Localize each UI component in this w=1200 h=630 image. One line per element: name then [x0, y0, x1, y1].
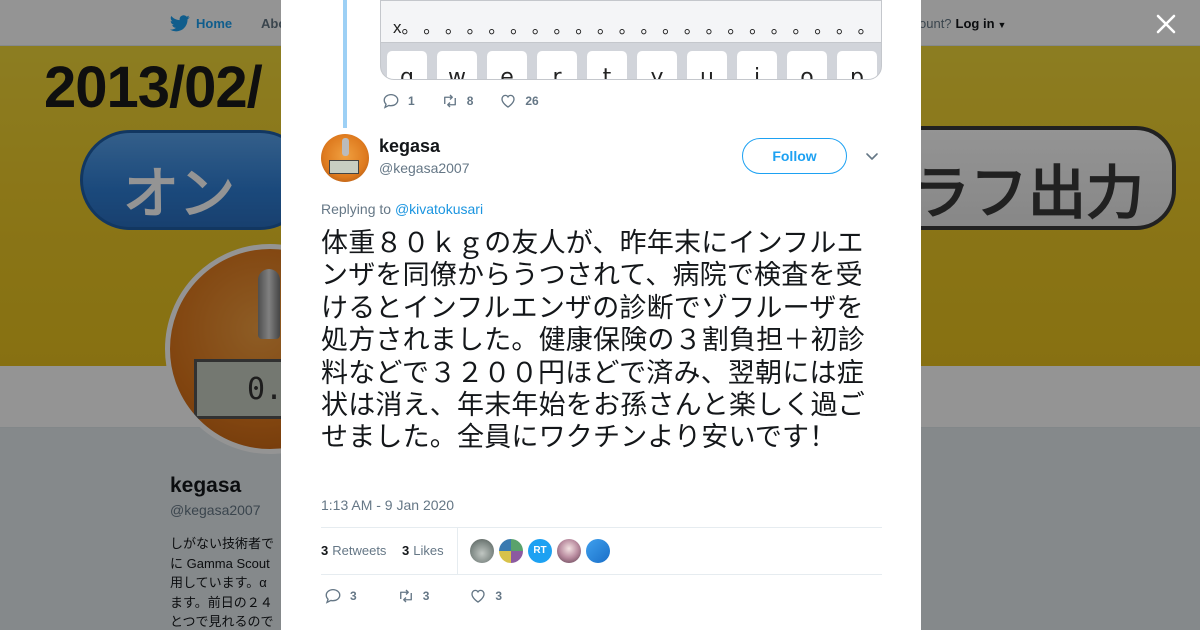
- avatar-knob-graphic: [342, 138, 349, 156]
- user-avatar-4[interactable]: [557, 539, 581, 563]
- tweet-stats-row: 3 Retweets 3 Likes RT: [321, 527, 882, 575]
- user-avatar-rt[interactable]: RT: [528, 539, 552, 563]
- heart-icon: [471, 589, 486, 603]
- stats-divider: [457, 528, 458, 574]
- reply-icon: [325, 588, 341, 604]
- likes-stat[interactable]: 3 Likes: [402, 543, 444, 558]
- replying-to-link[interactable]: @kivatokusari: [395, 201, 483, 217]
- prev-like-count: 26: [525, 94, 539, 108]
- replying-to-line: Replying to @kivatokusari: [321, 201, 483, 217]
- keyboard-key: w: [437, 51, 477, 79]
- prev-like-button[interactable]: 26: [499, 92, 539, 110]
- tweet-timestamp[interactable]: 1:13 AM - 9 Jan 2020: [321, 497, 454, 513]
- user-avatar-5[interactable]: [586, 539, 610, 563]
- keyboard-key: p: [837, 51, 877, 79]
- reply-icon: [383, 93, 399, 109]
- user-avatar-2[interactable]: [499, 539, 523, 563]
- retweet-count: 3: [422, 589, 430, 603]
- prev-retweet-button[interactable]: 8: [441, 92, 474, 110]
- tweet-actions: 3 3 3: [324, 587, 542, 605]
- thread-connector-line: [343, 0, 347, 128]
- reply-button[interactable]: 3: [324, 587, 357, 605]
- retweets-stat-label: Retweets: [332, 543, 387, 558]
- keyboard-key: o: [787, 51, 827, 79]
- like-button[interactable]: 3: [469, 587, 502, 605]
- prev-retweet-count: 8: [466, 94, 474, 108]
- engager-avatars: RT: [470, 539, 610, 563]
- user-avatar-1[interactable]: [470, 539, 494, 563]
- heart-icon: [501, 94, 516, 108]
- tweet-modal: x。 。 。 。 。 。 。 。 。 。 。 。 。 。 。 。 。 。 。 。…: [281, 0, 921, 630]
- prev-reply-button[interactable]: 1: [382, 92, 415, 110]
- retweets-stat-count: 3: [321, 543, 329, 558]
- tweet-author-name[interactable]: kegasa: [379, 136, 440, 157]
- keyboard-key: y: [637, 51, 677, 79]
- avatar-screen-graphic: [329, 160, 359, 174]
- likes-stat-count: 3: [402, 543, 410, 558]
- previous-tweet-actions: 1 8 26: [382, 92, 565, 110]
- keyboard-key: e: [487, 51, 527, 79]
- reply-count: 3: [350, 589, 357, 603]
- like-count: 3: [495, 589, 503, 603]
- tweet-author-handle[interactable]: @kegasa2007: [379, 160, 470, 176]
- retweet-button[interactable]: 3: [397, 587, 430, 605]
- chevron-down-icon[interactable]: [864, 148, 880, 164]
- prev-reply-count: 1: [408, 94, 415, 108]
- previous-tweet-media[interactable]: x。 。 。 。 。 。 。 。 。 。 。 。 。 。 。 。 。 。 。 。…: [380, 0, 882, 80]
- tweet-text: 体重８０ｋｇの友人が、昨年末にインフルエンザを同僚からうつされて、病院で検査を受…: [321, 228, 865, 454]
- replying-to-prefix: Replying to: [321, 201, 392, 217]
- retweet-icon: [443, 94, 456, 108]
- keyboard-key: i: [737, 51, 777, 79]
- keyboard-key-row: q w e r t y u i o p: [387, 51, 877, 79]
- retweet-icon: [399, 589, 412, 603]
- follow-button[interactable]: Follow: [742, 138, 847, 174]
- likes-stat-label: Likes: [413, 543, 444, 558]
- keyboard-key: t: [587, 51, 627, 79]
- keyboard-key: q: [387, 51, 427, 79]
- keyboard-key: u: [687, 51, 727, 79]
- user-avatar-rt-label: RT: [533, 545, 547, 556]
- close-icon[interactable]: [1152, 10, 1180, 38]
- keyboard-candidate-bar: x。 。 。 。 。 。 。 。 。 。 。 。 。 。 。 。 。 。 。 。…: [381, 1, 881, 43]
- tweet-author-avatar[interactable]: [321, 134, 369, 182]
- keyboard-key: r: [537, 51, 577, 79]
- retweets-stat[interactable]: 3 Retweets: [321, 543, 386, 558]
